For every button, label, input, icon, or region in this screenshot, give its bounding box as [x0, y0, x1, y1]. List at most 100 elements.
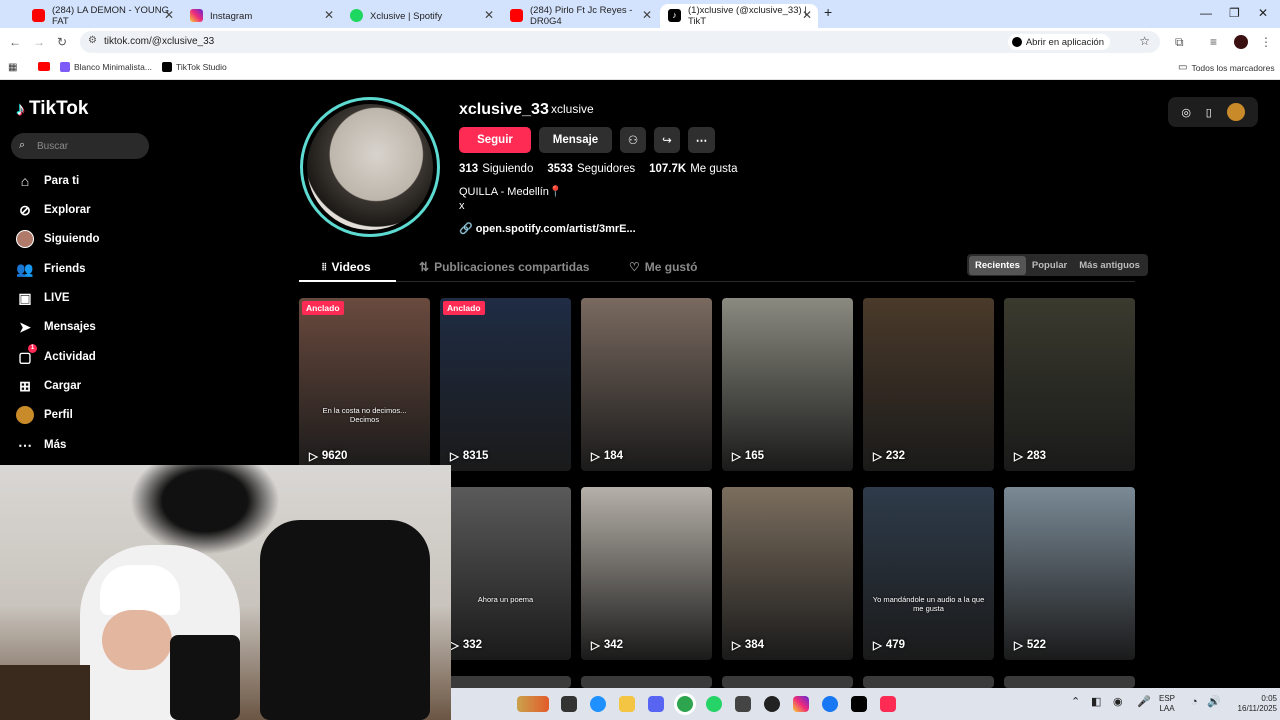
edge-icon[interactable] [590, 696, 606, 712]
video-card-partial[interactable] [863, 676, 994, 688]
video-card-partial[interactable] [1004, 676, 1135, 688]
video-card-partial[interactable] [722, 676, 853, 688]
all-bookmarks[interactable]: ▭ Todos los marcadores [1178, 62, 1275, 73]
close-tab-icon[interactable]: ✕ [484, 8, 494, 22]
all-bookmarks-label: Todos los marcadores [1191, 62, 1275, 73]
video-card[interactable]: ▷ 283 [1004, 298, 1135, 471]
maximize-icon[interactable]: ❐ [1229, 6, 1240, 20]
facebook-icon[interactable] [822, 696, 838, 712]
new-tab-button[interactable]: + [824, 4, 832, 20]
video-card[interactable]: ▷ 232 [863, 298, 994, 471]
back-icon[interactable]: ← [9, 35, 21, 49]
pinned-badge: Anclado [443, 301, 485, 315]
forward-icon[interactable]: → [33, 35, 45, 49]
media-control-icon[interactable]: ≡ [1210, 35, 1217, 49]
nav-friends[interactable]: 👥 Friends [16, 260, 85, 278]
browser-tab[interactable]: (284) LA DEMON - YOUNG FAT ✕ [24, 4, 180, 28]
tiktok-icon[interactable] [851, 696, 867, 712]
language-indicator[interactable]: ESP LAA [1159, 694, 1175, 714]
close-window-icon[interactable]: ✕ [1258, 6, 1268, 20]
profile-link[interactable]: 🔗 open.spotify.com/artist/3mrE... [459, 222, 636, 235]
sort-recent[interactable]: Recientes [969, 255, 1026, 275]
minimize-icon[interactable]: — [1200, 6, 1212, 20]
video-card-partial[interactable] [581, 676, 712, 688]
reload-icon[interactable]: ↻ [57, 35, 67, 49]
video-card[interactable]: Anclado En la costa no decimos... Decimos… [299, 298, 430, 471]
device-icon[interactable]: ▯ [1206, 106, 1212, 119]
chrome-icon[interactable] [677, 696, 693, 712]
nav-cargar[interactable]: ⊞ Cargar [16, 377, 81, 395]
browser-tab[interactable]: Xclusive | Spotify ✕ [342, 4, 500, 28]
browser-tab-active[interactable]: ♪ (1)xclusive (@xclusive_33) | TikT ✕ [660, 4, 818, 28]
close-tab-icon[interactable]: ✕ [642, 8, 652, 22]
more-options-icon[interactable]: ⋯ [688, 127, 715, 153]
tray-app-icon[interactable]: ◧ [1091, 697, 1101, 708]
file-explorer-icon[interactable] [619, 696, 635, 712]
video-card-partial[interactable] [440, 676, 571, 688]
clock[interactable]: 0:05 16/11/2025 [1219, 694, 1277, 714]
add-friend-icon[interactable]: ⚇ [620, 127, 646, 153]
nav-actividad[interactable]: ▢ 1 Actividad [16, 344, 96, 366]
browser-tab[interactable]: Instagram ✕ [182, 4, 340, 28]
browser-tab[interactable]: (284) Pirlo Ft Jc Reyes - DR0G4 ✕ [502, 4, 658, 28]
nav-siguiendo[interactable]: Siguiendo [16, 230, 100, 248]
profile-avatar-icon[interactable] [1234, 35, 1248, 49]
instagram-icon[interactable] [793, 696, 809, 712]
discord-icon[interactable] [648, 696, 664, 712]
close-tab-icon[interactable]: ✕ [164, 8, 174, 22]
tab-videos[interactable]: ⦙⦙ Videos [322, 260, 371, 274]
capcut-icon[interactable] [735, 696, 751, 712]
sort-toggle: Recientes Popular Más antiguos [967, 254, 1148, 276]
video-card[interactable]: ▷ 522 [1004, 487, 1135, 660]
bookmark-item[interactable]: TikTok Studio [162, 62, 227, 72]
video-card[interactable]: Yo mandándole un audio a la que me gusta… [863, 487, 994, 660]
video-card[interactable]: ▷ 165 [722, 298, 853, 471]
address-bar[interactable]: ⚙ tiktok.com/@xclusive_33 Abrir en aplic… [80, 31, 1160, 53]
close-tab-icon[interactable]: ✕ [324, 8, 334, 22]
search-input[interactable]: ⌕ Buscar [11, 133, 149, 159]
message-button[interactable]: Mensaje [539, 127, 612, 153]
followers-stat[interactable]: 3533 Seguidores [547, 163, 635, 175]
whatsapp-icon[interactable] [706, 696, 722, 712]
nav-mas[interactable]: ⋯ Más [16, 436, 66, 454]
video-card[interactable]: ▷ 184 [581, 298, 712, 471]
sort-popular[interactable]: Popular [1026, 256, 1073, 275]
user-avatar[interactable] [1226, 103, 1245, 121]
following-stat[interactable]: 313 Siguiendo [459, 163, 533, 175]
network-icon[interactable]: ◔ [1191, 697, 1198, 708]
bookmark-star-icon[interactable]: ☆ [1139, 34, 1150, 48]
nav-explorar[interactable]: ⊘ Explorar [16, 201, 91, 219]
menu-dots-icon[interactable]: ⋮ [1260, 35, 1272, 49]
obs-icon[interactable] [764, 696, 780, 712]
avatar-image [307, 104, 433, 230]
apps-grid-icon[interactable]: ▦ [8, 62, 17, 73]
mic-icon[interactable]: 🎤 [1137, 697, 1151, 708]
compass-icon[interactable]: ◎ [1181, 106, 1191, 119]
close-tab-icon[interactable]: ✕ [802, 8, 812, 22]
nav-live[interactable]: ▣ LIVE [16, 289, 69, 307]
profile-avatar[interactable] [300, 97, 440, 237]
video-card[interactable]: ▷ 384 [722, 487, 853, 660]
video-card[interactable]: Ahora un poema ▷ 332 [440, 487, 571, 660]
follow-button[interactable]: Seguir [459, 127, 531, 153]
widget-icon[interactable] [517, 696, 549, 712]
extensions-icon[interactable]: ⧉ [1175, 35, 1184, 50]
tiktok-logo[interactable]: ♪ TikTok [16, 98, 88, 120]
tab-reposts[interactable]: ⇅ Publicaciones compartidas [419, 260, 589, 274]
site-info-icon[interactable]: ⚙ [88, 35, 97, 46]
video-card[interactable]: ▷ 342 [581, 487, 712, 660]
video-card[interactable]: Anclado ▷ 8315 [440, 298, 571, 471]
task-view-icon[interactable] [561, 696, 577, 712]
sort-oldest[interactable]: Más antiguos [1073, 256, 1146, 275]
tab-liked[interactable]: ♡ Me gustó [629, 260, 697, 274]
share-icon[interactable]: ↪ [654, 127, 680, 153]
open-in-app-button[interactable]: Abrir en aplicación [1007, 34, 1110, 50]
bookmark-item[interactable]: Blanco Minimalista... [60, 62, 152, 72]
youtube-bookmark[interactable] [38, 62, 50, 71]
tray-app-icon[interactable]: ◉ [1113, 697, 1123, 708]
nav-para-ti[interactable]: ⌂ Para ti [16, 172, 79, 190]
tray-overflow-icon[interactable]: ⌃ [1071, 697, 1080, 708]
tiktok-studio-icon[interactable] [880, 696, 896, 712]
nav-mensajes[interactable]: ➤ Mensajes [16, 318, 96, 336]
nav-perfil[interactable]: Perfil [16, 406, 73, 424]
